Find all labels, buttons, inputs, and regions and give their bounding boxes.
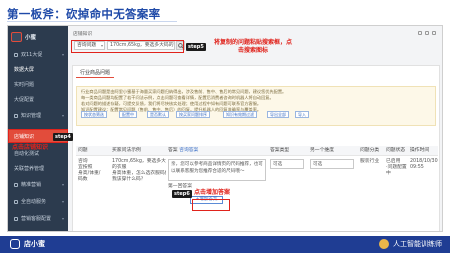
sidebar-item-label: 双11大促 <box>21 52 43 58</box>
cell-line: 码数 <box>78 177 88 182</box>
sidebar-item-label: 实时问题 <box>14 82 35 88</box>
annotation-line: 将复制的问题粘贴搜索框，点 <box>213 39 292 46</box>
step6-tag: step6 <box>172 190 192 198</box>
sidebar-item-double11[interactable]: 双11大促 ▾ <box>8 48 68 61</box>
title-underline <box>7 21 177 22</box>
highlight-add-answer <box>192 199 230 211</box>
logo-text: 小蜜 <box>25 34 37 41</box>
bell-icon[interactable] <box>418 31 422 35</box>
headset-icon <box>14 216 18 221</box>
step4-tag: step4 <box>53 133 73 141</box>
sidebar-item-label: 关联营养管理 <box>14 166 45 172</box>
sidebar-item-label: 大促配置 <box>14 97 35 103</box>
slide-title: 第一板斧：砍掉命中无答案率 <box>7 7 161 21</box>
table-header: 买家问法示例 <box>110 146 166 156</box>
step5-annotation: 将复制的问题粘贴搜索框，点 击搜索图标 <box>203 39 303 55</box>
robot-icon <box>14 199 18 204</box>
filter-button[interactable]: 配置中 <box>119 111 137 118</box>
app-screenshot: 小蜜 双11大促 ▾ 数据大屏 实时问题 大促配置 知识管理 ▾ 店铺知识 自动化测… <box>7 25 443 232</box>
chevron-down-icon: ▾ <box>61 113 64 118</box>
sidebar-item-label: 全自动服务 <box>21 199 47 205</box>
main-content: 店铺知识 咨询问题 ▾ 170cm,65kg，要选多大码的？ 行业商品问题 行业商… <box>68 26 442 231</box>
chevron-down-icon: ▾ <box>61 216 64 221</box>
sidebar-item-related[interactable]: 关联营养管理 <box>8 162 68 175</box>
logo-icon <box>10 239 20 249</box>
step4-annotation: 点击店铺知识 <box>12 144 49 151</box>
footer-bar: 店小蜜 人工智能训练师 <box>0 236 450 253</box>
filter-button[interactable]: 按买家问题排序 <box>176 111 210 118</box>
table-header: 问题 <box>76 146 110 156</box>
example-cell: 170cm,65kg，要选多大码 的衣服 身高体重，怎么选衣服码数？ 我该穿什么… <box>110 156 166 186</box>
sidebar-item-marketing-cs[interactable]: 营销客服配置 ▾ <box>8 212 68 225</box>
breadcrumb: 店铺知识 <box>73 32 93 37</box>
answer-type-select[interactable]: 可选 <box>270 159 304 169</box>
filter-button[interactable]: 导入 <box>295 111 309 118</box>
filter-button[interactable]: 导出全部 <box>267 111 289 118</box>
gift-icon <box>14 52 18 57</box>
filter-button[interactable]: 是否默认 <box>147 111 169 118</box>
target-icon <box>14 182 18 187</box>
annotation-line: 击搜索图标 <box>237 47 268 54</box>
time-cell: 2018/10/30 09:55 <box>408 156 438 174</box>
question-cell: 咨询 宜按照 身高/体重/ 码数 <box>76 156 110 186</box>
badge-icon <box>379 239 389 249</box>
book-icon <box>14 113 18 118</box>
logo-icon <box>11 31 22 42</box>
tip-box: 行业商品问题是由阿里小蜜基于海量买家问题归纳得出，涉及售前、售中、售后的常见问题… <box>76 86 436 126</box>
table-header: 问题分类 <box>358 146 384 156</box>
sidebar-item-dashboard[interactable]: 数据大屏 <box>8 63 68 76</box>
filter-button[interactable]: 知识有效期过滤 <box>223 111 257 118</box>
sidebar-item-label: 精准营销 <box>21 182 42 188</box>
chevron-down-icon: ▾ <box>61 182 64 187</box>
app-logo: 小蜜 <box>11 30 65 43</box>
sidebar-item-config[interactable]: 大促配置 <box>8 93 68 106</box>
table-header-answer: 答案 咨询答案 <box>166 146 268 156</box>
category-cell: 服装行业 <box>360 159 380 164</box>
slide: 第一板斧：砍掉命中无答案率 小蜜 双11大促 ▾ 数据大屏 实时问题 大促配置 知… <box>0 0 450 253</box>
cell-line: 09:55 <box>410 165 424 170</box>
table-header: 问题状态 <box>384 146 408 156</box>
header-label: 答案 <box>168 148 178 153</box>
table-header: 答案类型 <box>268 146 308 156</box>
user-icon[interactable] <box>432 31 436 35</box>
knowledge-panel: 行业商品问题 行业商品问题是由阿里小蜜基于海量买家问题归纳得出，涉及售前、售中、… <box>72 65 440 231</box>
step6-annotation: 点击增加答案 <box>194 189 231 196</box>
answer-textarea[interactable]: 亲，您可以参考商品详情页的尺码推荐，也可以联系客服为您推荐合适的尺码哦～ <box>168 159 266 181</box>
sidebar-item-knowledge[interactable]: 知识管理 ▾ <box>8 109 68 122</box>
chevron-down-icon: ▾ <box>61 199 64 204</box>
cell-line: 我该穿什么码？ <box>112 177 146 182</box>
table-header: 操作时间 <box>408 146 438 156</box>
sidebar-item-label: 营销客服配置 <box>21 216 52 222</box>
header-icons <box>418 31 436 35</box>
table-header: 另一个维度 <box>308 146 358 156</box>
sidebar-item-realtime[interactable]: 实时问题 <box>8 78 68 91</box>
dimension-select[interactable]: 可选 <box>310 159 354 169</box>
tab-industry-questions[interactable]: 行业商品问题 <box>76 68 115 78</box>
sidebar-item-marketing[interactable]: 精准营销 ▾ <box>8 178 68 191</box>
footer-logo-text: 店小蜜 <box>24 240 45 248</box>
footer-logo: 店小蜜 <box>10 239 45 249</box>
sidebar-item-full-auto[interactable]: 全自动服务 ▾ <box>8 195 68 208</box>
cell-line: 中 <box>386 171 391 176</box>
sidebar-item-label: 数据大屏 <box>14 67 35 73</box>
footer-right-text: 人工智能训练师 <box>393 240 442 248</box>
chevron-down-icon: ▾ <box>61 52 64 57</box>
answer-link[interactable]: 咨询答案 <box>179 148 198 153</box>
filter-button[interactable]: 按状态筛选 <box>81 111 107 118</box>
sidebar-item-label: 知识管理 <box>21 113 42 119</box>
footer-right: 人工智能训练师 <box>379 239 442 249</box>
highlight-search <box>71 40 184 53</box>
status-cell: 已启用 ·问题配置 中 <box>384 156 408 180</box>
help-icon[interactable] <box>425 31 429 35</box>
